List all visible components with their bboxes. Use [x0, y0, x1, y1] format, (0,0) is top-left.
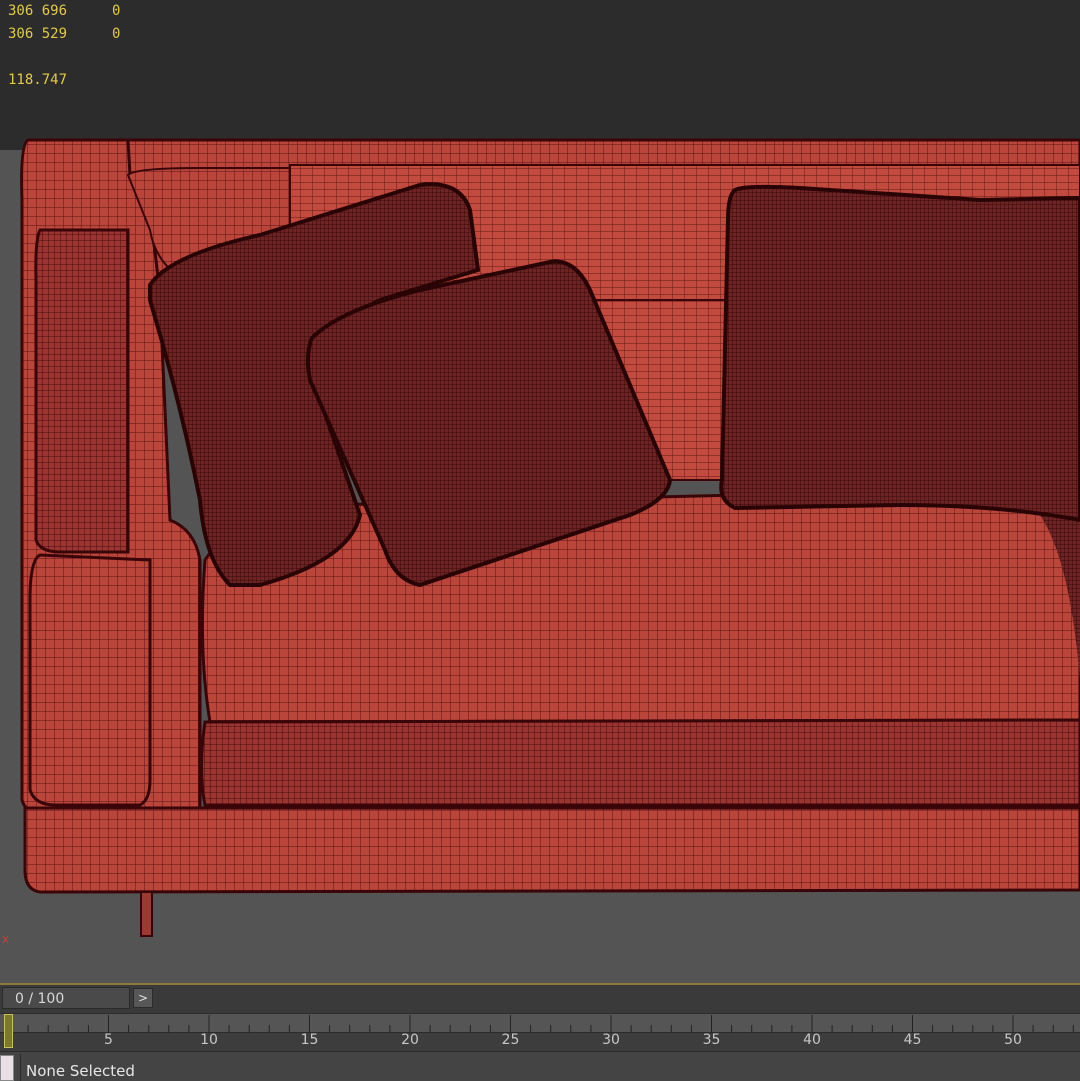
viewport[interactable]: 306 696 0 306 529 0 118.747 x: [0, 0, 1080, 983]
stats-row-fps: 118.747: [8, 69, 152, 92]
tick-label: 10: [200, 1032, 218, 1048]
trackbar[interactable]: 05101520253035404550: [0, 1013, 1080, 1051]
stats-verts-selected: 0: [112, 23, 152, 46]
tick-label: 50: [1004, 1032, 1022, 1048]
stats-polys-selected: 0: [112, 0, 152, 23]
stats-fps: 118.747: [8, 69, 67, 92]
stats-row-verts: 306 529 0: [8, 23, 152, 46]
selection-color-swatch[interactable]: [0, 1055, 14, 1081]
time-slider[interactable]: 0 / 100: [2, 987, 130, 1009]
stats-polys-total: 306 696: [8, 0, 112, 23]
status-divider: [20, 1054, 21, 1081]
next-frame-button[interactable]: >: [133, 988, 153, 1008]
sofa-wireframe-model[interactable]: [0, 0, 1080, 983]
tick-label: 15: [301, 1032, 319, 1048]
viewport-statistics: 306 696 0 306 529 0 118.747: [8, 0, 152, 92]
tick-label: 20: [401, 1032, 419, 1048]
trackbar-ticks: [0, 1013, 1080, 1033]
status-bar: None Selected: [0, 1051, 1080, 1081]
axis-tripod-x-label: x: [2, 932, 9, 946]
stats-verts-total: 306 529: [8, 23, 112, 46]
tick-label: 35: [703, 1032, 721, 1048]
pillow-right: [721, 187, 1080, 520]
current-frame-marker[interactable]: [4, 1014, 13, 1048]
tick-label: 40: [803, 1032, 821, 1048]
time-slider-bar: 0 / 100 >: [0, 985, 1080, 1013]
tick-label: 5: [104, 1032, 113, 1048]
selection-status-text: None Selected: [26, 1062, 135, 1080]
chevron-right-icon: >: [138, 991, 148, 1005]
tick-label: 30: [602, 1032, 620, 1048]
sofa-base: [25, 808, 1080, 936]
stats-row-polys: 306 696 0: [8, 0, 152, 23]
tick-label: 45: [904, 1032, 922, 1048]
tick-label: 25: [502, 1032, 520, 1048]
